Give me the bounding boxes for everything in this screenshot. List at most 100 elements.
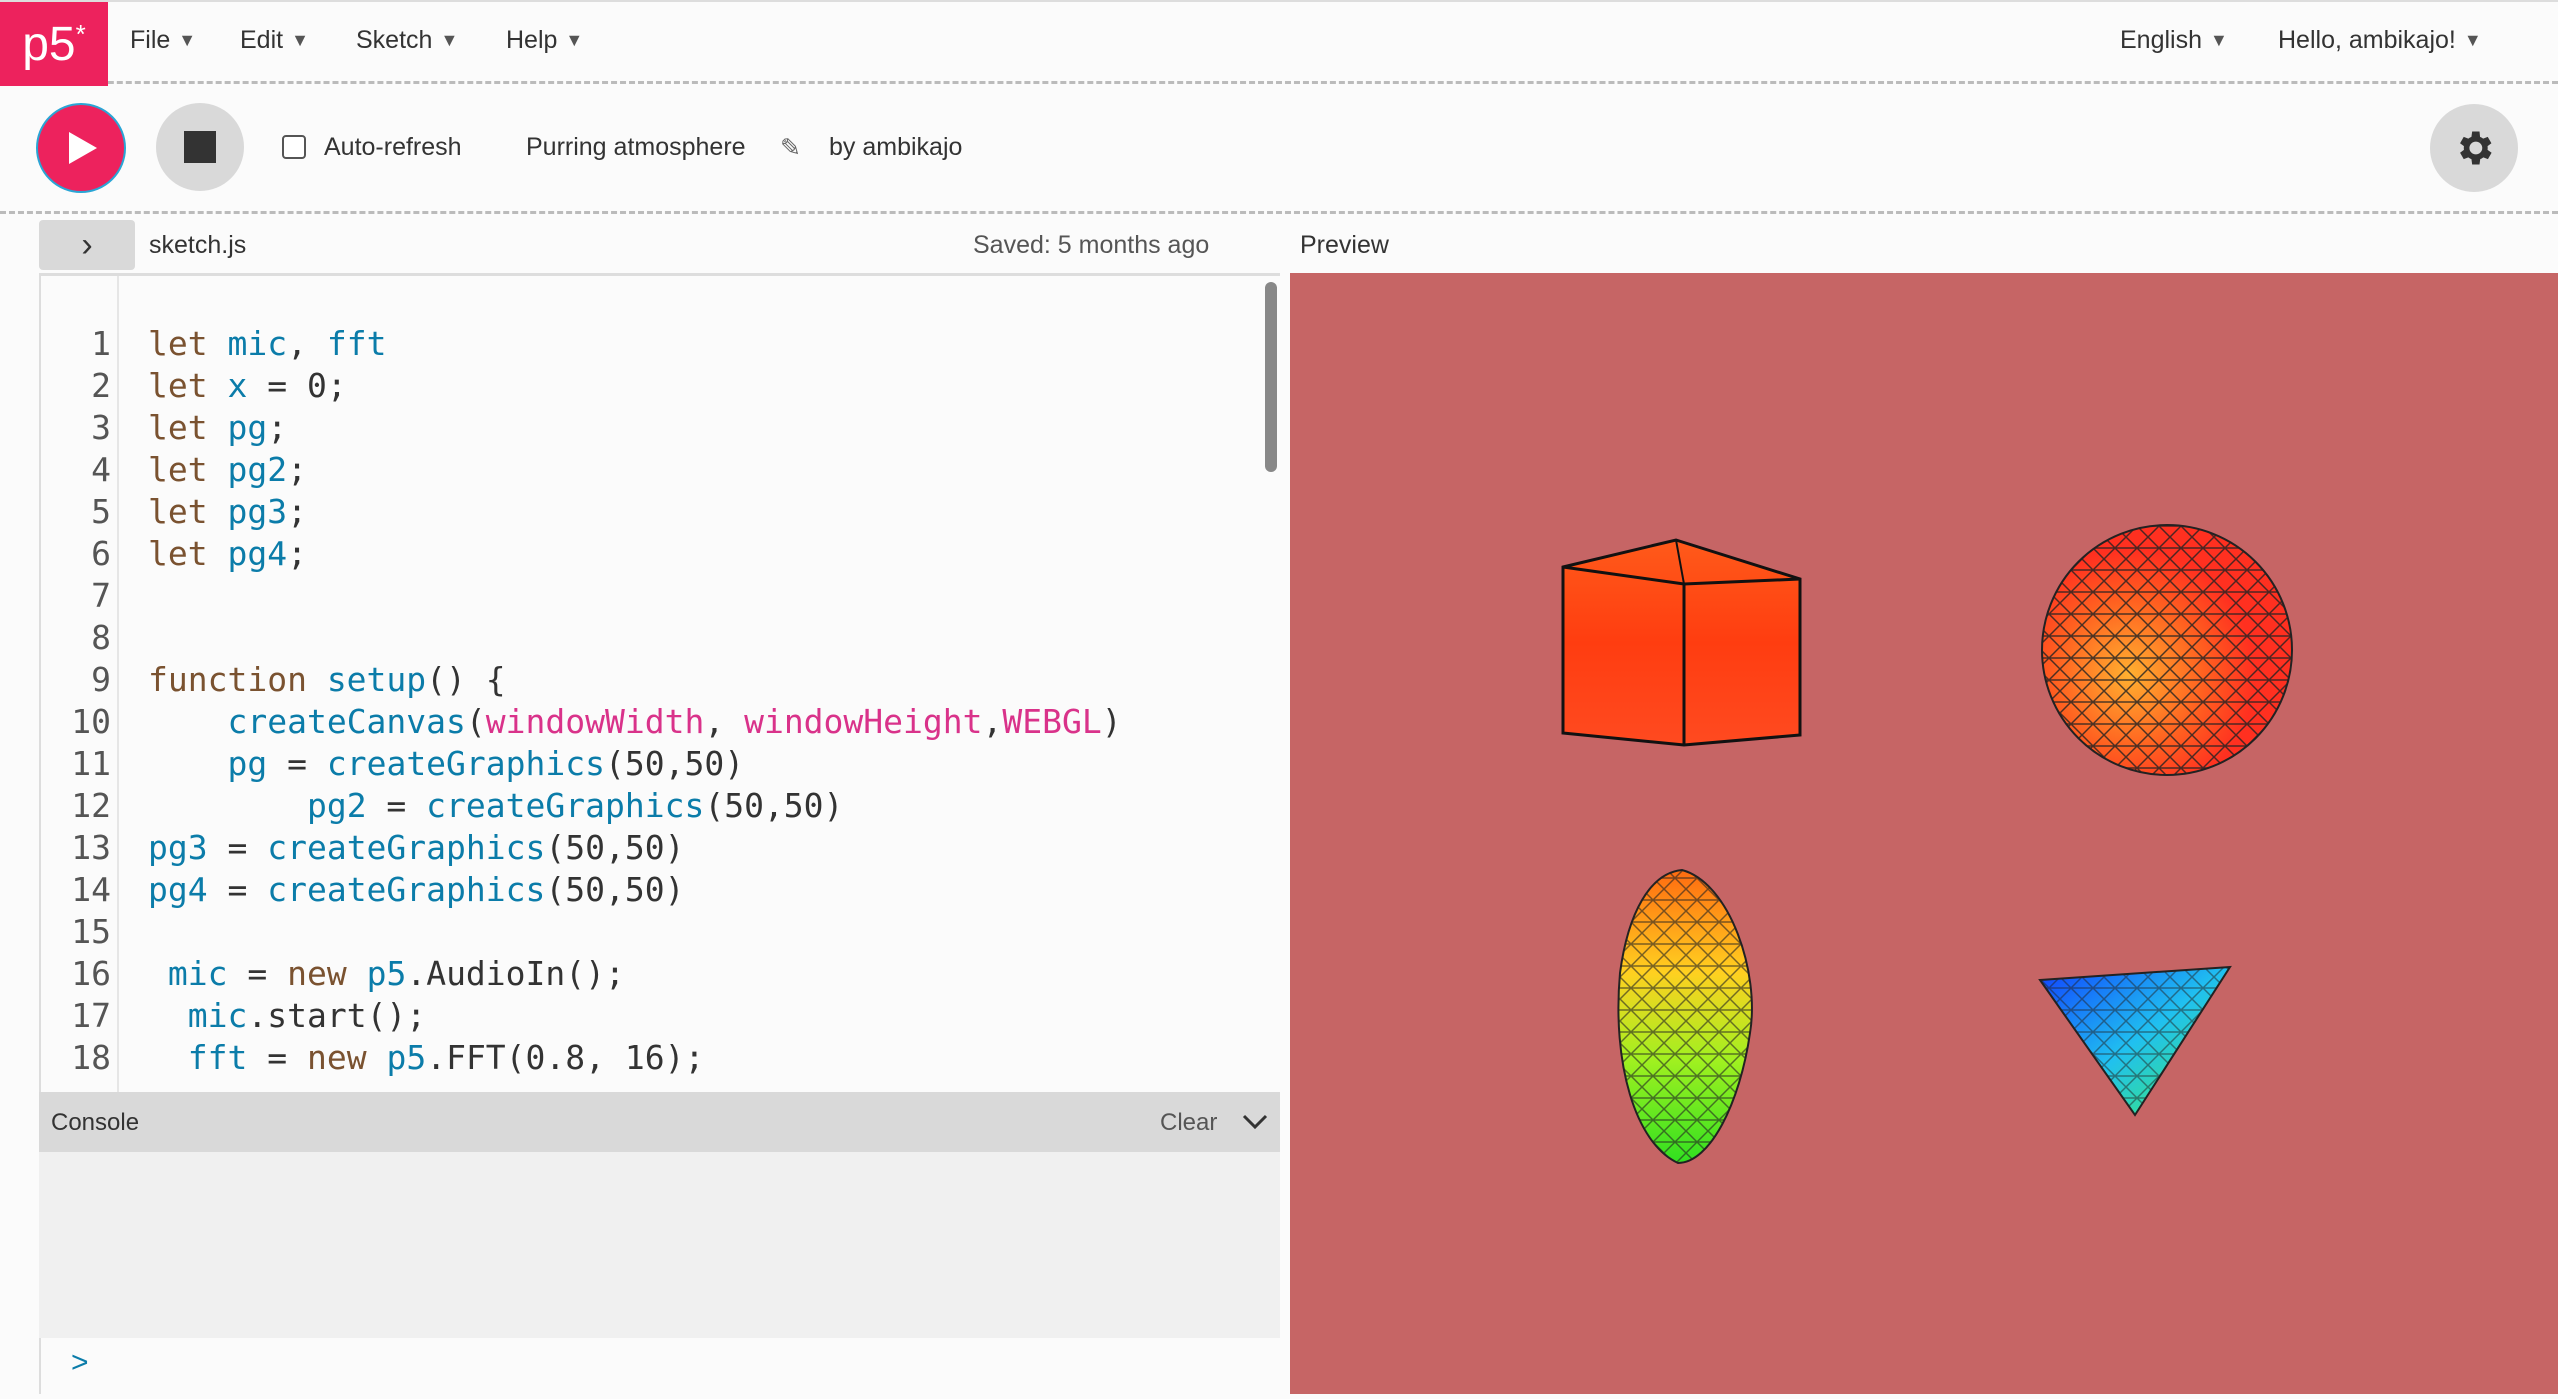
menu-sketch[interactable]: Sketch ▼ — [356, 26, 458, 55]
code-token: mic — [227, 324, 288, 363]
code-line[interactable]: createCanvas(windowWidth, windowHeight,W… — [148, 702, 1122, 741]
code-token: = — [227, 954, 288, 993]
menu-file[interactable]: File ▼ — [130, 26, 196, 55]
code-token: (50,50) — [545, 828, 685, 867]
chevron-down-icon[interactable] — [1241, 1110, 1269, 1134]
code-token: let — [148, 324, 228, 363]
expand-sidebar-button[interactable]: › — [39, 220, 135, 270]
toolbar: Auto-refresh Purring atmosphere ✎ by amb… — [0, 86, 2558, 214]
gear-icon — [2460, 131, 2492, 165]
caret-down-icon: ▼ — [440, 30, 459, 50]
code-token: mic — [187, 996, 248, 1035]
stop-icon — [184, 131, 216, 163]
line-number: 7 — [91, 576, 111, 615]
code-token: ) — [1101, 702, 1122, 741]
code-token: ; — [287, 492, 307, 531]
language-menu[interactable]: English ▼ — [2120, 26, 2228, 55]
code-line[interactable]: pg = createGraphics(50,50) — [148, 744, 744, 783]
settings-button[interactable] — [2430, 104, 2518, 192]
auto-refresh-checkbox[interactable] — [282, 135, 306, 159]
code-token: function — [148, 660, 327, 699]
preview-canvas — [1561, 524, 2293, 1165]
code-token: new — [306, 1038, 387, 1077]
pencil-icon[interactable]: ✎ — [780, 133, 801, 163]
console-prompt: > — [71, 1346, 89, 1379]
code-token: = — [207, 828, 268, 867]
user-menu[interactable]: Hello, ambikajo! ▼ — [2278, 26, 2482, 55]
top-nav: p5 * File ▼ Edit ▼ Sketch ▼ Help ▼ English ▼ H… — [0, 0, 2558, 86]
line-number: 14 — [71, 870, 111, 909]
code-line[interactable]: let pg4; — [148, 534, 307, 573]
code-token: ; — [287, 534, 307, 573]
cone-shape — [2038, 965, 2232, 1117]
code-line[interactable]: pg4 = createGraphics(50,50) — [148, 870, 684, 909]
code-token: let — [148, 408, 228, 447]
code-token: windowHeight — [744, 702, 983, 741]
line-number: 17 — [71, 996, 111, 1035]
console-header: Console Clear — [39, 1092, 1280, 1152]
sketch-author[interactable]: by ambikajo — [829, 133, 962, 162]
console-output — [39, 1152, 1280, 1338]
code-token: fft — [187, 1038, 248, 1077]
code-token: createGraphics — [267, 870, 546, 909]
code-token: , — [287, 324, 327, 363]
code-token: createGraphics — [267, 828, 546, 867]
caret-down-icon: ▼ — [178, 30, 197, 50]
code-token: = — [247, 1038, 307, 1077]
code-editor[interactable]: 1 2 3 4 5 6 7 8 9 10 11 12 13 14 15 16 17 18 let mic, fft… — [39, 273, 1280, 1093]
code-token: , — [704, 702, 745, 741]
code-token: .AudioIn(); — [406, 954, 625, 993]
code-token: (50,50) — [704, 786, 844, 825]
code-token: WEBGL — [1002, 702, 1102, 741]
code-line[interactable]: function setup() { — [148, 660, 506, 699]
code-line[interactable]: pg3 = createGraphics(50,50) — [148, 828, 684, 867]
code-token: let — [148, 450, 228, 489]
code-line[interactable]: mic.start(); — [148, 996, 426, 1035]
code-token: createGraphics — [426, 786, 705, 825]
line-number: 16 — [71, 954, 111, 993]
editor-scrollbar[interactable] — [1265, 282, 1277, 472]
sketch-name[interactable]: Purring atmosphere — [526, 133, 746, 162]
line-number: 6 — [91, 534, 111, 573]
code-line[interactable]: pg2 = createGraphics(50,50) — [148, 786, 843, 825]
code-token: pg — [227, 408, 268, 447]
menu-help[interactable]: Help ▼ — [506, 26, 583, 55]
code-token: p5 — [386, 1038, 427, 1077]
code-token: ; — [287, 450, 307, 489]
code-token: .start(); — [247, 996, 427, 1035]
code-token: , — [982, 702, 1003, 741]
code-line[interactable]: fft = new p5.FFT(0.8, 16); — [148, 1038, 705, 1077]
code-line[interactable]: let pg; — [148, 408, 287, 447]
caret-down-icon: ▼ — [2463, 30, 2482, 50]
line-number: 13 — [71, 828, 111, 867]
p5-logo[interactable]: p5 * — [0, 2, 108, 86]
code-line[interactable]: mic = new p5.AudioIn(); — [148, 954, 625, 993]
preview-label: Preview — [1300, 231, 1389, 259]
sphere-shape — [2041, 524, 2293, 776]
code-token: pg3 — [148, 828, 208, 867]
auto-refresh-label: Auto-refresh — [324, 133, 462, 161]
sketch-preview[interactable] — [1290, 273, 2558, 1394]
code-line[interactable]: let mic, fft — [148, 324, 386, 363]
code-line[interactable]: let pg2; — [148, 450, 307, 489]
line-number: 12 — [71, 786, 111, 825]
code-line[interactable]: let pg3; — [148, 492, 307, 531]
saved-status: Saved: 5 months ago — [973, 231, 1210, 259]
console-clear-button[interactable]: Clear — [1160, 1109, 1217, 1137]
console-input[interactable]: > — [39, 1338, 1280, 1394]
code-line[interactable]: let x = 0; — [148, 366, 347, 405]
code-token: = — [366, 786, 427, 825]
line-number: 10 — [71, 702, 111, 741]
code-token: let — [148, 366, 228, 405]
menu-edit[interactable]: Edit ▼ — [240, 26, 309, 55]
chevron-right-icon: › — [81, 225, 93, 264]
stop-button[interactable] — [156, 103, 244, 191]
code-token: (50,50) — [605, 744, 745, 783]
line-number: 18 — [71, 1038, 111, 1077]
code-token: (50,50) — [545, 870, 685, 909]
play-button[interactable] — [36, 103, 126, 193]
